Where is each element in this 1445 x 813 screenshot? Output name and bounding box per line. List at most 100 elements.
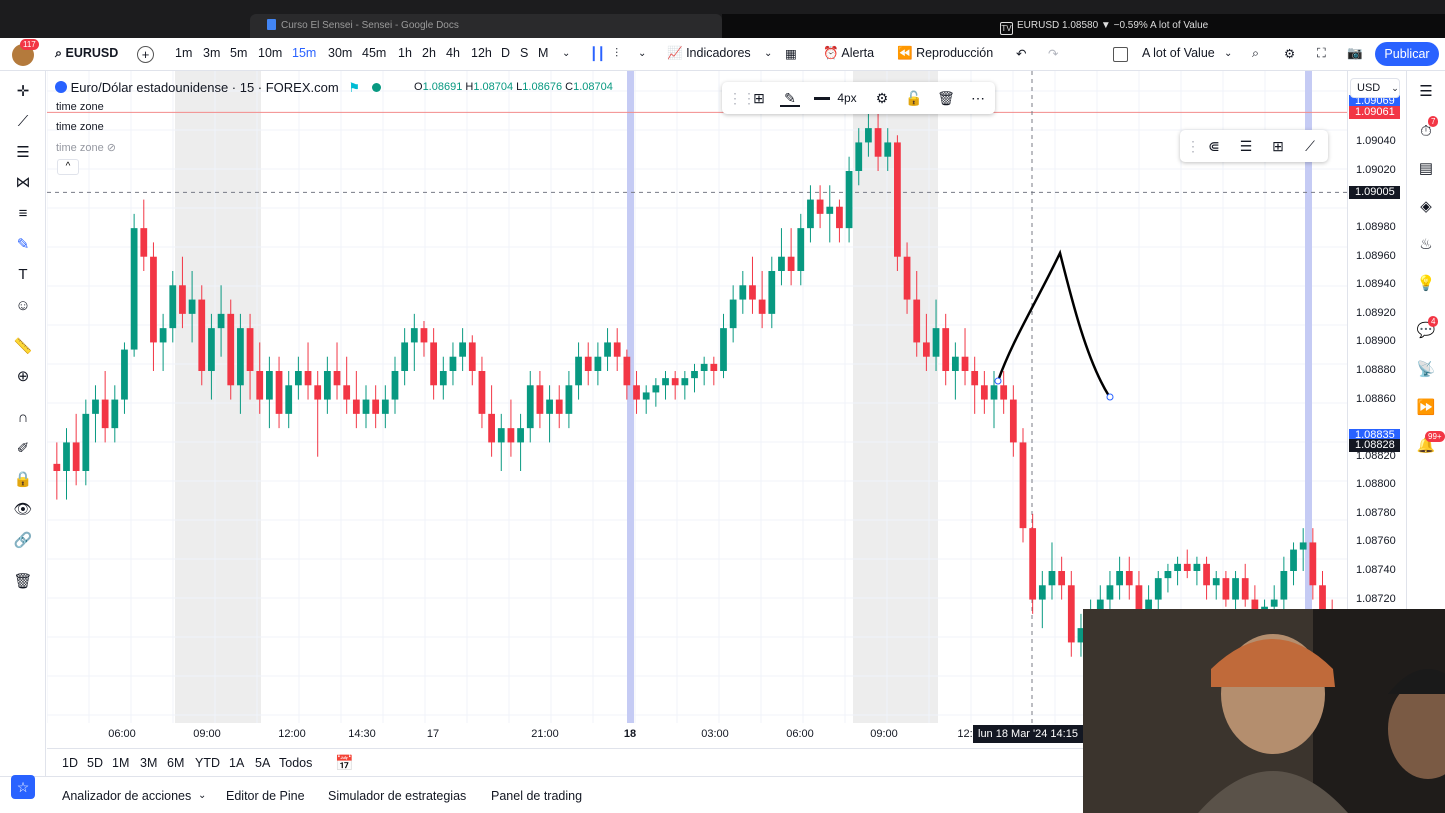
legend-title[interactable]: Euro/Dólar estadounidense · 15 · FOREX.c… bbox=[71, 80, 339, 95]
layout-name[interactable]: A lot of Value bbox=[1142, 46, 1215, 60]
indicator-time-zone-3[interactable]: time zone ⊘ bbox=[56, 141, 116, 154]
timeframe-45m[interactable]: 45m bbox=[362, 46, 386, 60]
settings-icon[interactable]: ⚙ bbox=[872, 89, 892, 107]
layout-dropdown-icon[interactable]: ⌄ bbox=[1224, 48, 1232, 59]
collapse-legend-button[interactable]: ^ bbox=[57, 159, 79, 175]
ray-line-icon[interactable]: ⟋ bbox=[1300, 137, 1320, 155]
hotlist-flame-icon[interactable]: ♨ bbox=[1415, 234, 1437, 256]
parallel-channel-icon[interactable]: ☰ bbox=[1236, 137, 1256, 155]
indicators-dropdown-icon[interactable]: ⌄ bbox=[764, 48, 772, 59]
tab-google-docs[interactable]: Curso El Sensei - Sensei - Google Docs bbox=[250, 14, 722, 38]
range-5a[interactable]: 5A bbox=[255, 756, 270, 770]
trash-icon[interactable]: 🗑 bbox=[12, 571, 34, 593]
chevron-down-icon[interactable]: ⌄ bbox=[198, 790, 206, 801]
timeframe-12h[interactable]: 12h bbox=[471, 46, 492, 60]
timeframe-D[interactable]: D bbox=[501, 46, 510, 60]
timeframe-dropdown-icon[interactable]: ⌄ bbox=[562, 48, 570, 59]
link-icon[interactable]: 🔗 bbox=[12, 530, 34, 552]
timeframe-4h[interactable]: 4h bbox=[446, 46, 460, 60]
timeframe-M[interactable]: M bbox=[538, 46, 548, 60]
horizontal-lines-icon[interactable]: ☰ bbox=[12, 142, 34, 164]
alert-button[interactable]: ⏰ Alerta bbox=[823, 46, 874, 61]
layout-icon[interactable] bbox=[1113, 47, 1128, 62]
range-5d[interactable]: 5D bbox=[87, 756, 103, 770]
line-width-label[interactable]: 4px bbox=[834, 89, 860, 107]
indicator-time-zone-2[interactable]: time zone bbox=[56, 121, 104, 133]
watchlist-icon[interactable]: ☰ bbox=[1415, 81, 1437, 103]
crosshair-box-icon[interactable]: ⊞ bbox=[1268, 137, 1288, 155]
timeframe-1h[interactable]: 1h bbox=[398, 46, 412, 60]
pattern-icon[interactable]: ⋈ bbox=[12, 172, 34, 194]
timeframe-10m[interactable]: 10m bbox=[258, 46, 282, 60]
chart-type-dropdown-icon[interactable]: ⌄ bbox=[638, 48, 646, 59]
ideas-bulb-icon[interactable]: 💡 bbox=[1415, 273, 1437, 295]
avatar[interactable]: 117 bbox=[12, 39, 39, 66]
range-1m[interactable]: 1M bbox=[112, 756, 129, 770]
brush-icon[interactable]: ✎ bbox=[12, 234, 34, 256]
ruler-icon[interactable]: 📏 bbox=[12, 336, 34, 358]
range-1a[interactable]: 1A bbox=[229, 756, 244, 770]
timeframe-3m[interactable]: 3m bbox=[203, 46, 220, 60]
candles-icon[interactable]: ┃┃ bbox=[590, 46, 605, 61]
drag-handle-icon[interactable]: ⋮⋮ bbox=[728, 89, 756, 107]
crosshair-icon[interactable]: ✛ bbox=[12, 81, 34, 103]
range-6m[interactable]: 6M bbox=[167, 756, 184, 770]
pencil-lock-icon[interactable]: ✐ bbox=[12, 438, 34, 460]
camera-icon[interactable]: 📷 bbox=[1347, 46, 1363, 61]
indicators-button[interactable]: 📈 Indicadores bbox=[667, 46, 751, 61]
bottom-tab-3[interactable]: Panel de trading bbox=[491, 789, 582, 803]
undo-icon[interactable]: ↶ bbox=[1016, 46, 1026, 61]
timeframe-30m[interactable]: 30m bbox=[328, 46, 352, 60]
zoom-in-icon[interactable]: ⊕ bbox=[12, 366, 34, 388]
publish-button[interactable]: Publicar bbox=[1375, 42, 1439, 66]
streams-icon[interactable]: 📡 bbox=[1415, 359, 1437, 381]
bottom-tab-0[interactable]: Analizador de acciones bbox=[62, 789, 191, 803]
range-3m[interactable]: 3M bbox=[140, 756, 157, 770]
range-1d[interactable]: 1D bbox=[62, 756, 78, 770]
bottom-tab-2[interactable]: Simulador de estrategias bbox=[328, 789, 466, 803]
timeframe-2h[interactable]: 2h bbox=[422, 46, 436, 60]
line-width-icon[interactable] bbox=[814, 97, 830, 100]
drag-handle-icon[interactable]: ⋮ bbox=[1183, 137, 1203, 155]
delete-icon[interactable]: 🗑 bbox=[936, 89, 956, 107]
eye-hidden-icon[interactable]: ⊘ bbox=[107, 142, 116, 154]
emoji-icon[interactable]: ☺ bbox=[12, 295, 34, 317]
bar-style-icon[interactable]: ⫶ bbox=[615, 46, 618, 61]
calendar-goto-icon[interactable]: 📅 bbox=[335, 754, 354, 772]
fib-icon[interactable]: ≡ bbox=[12, 203, 34, 225]
redo-icon[interactable]: ↷ bbox=[1048, 46, 1058, 61]
timeframe-1m[interactable]: 1m bbox=[175, 46, 192, 60]
magnet-icon[interactable]: ∩ bbox=[12, 407, 34, 429]
tab-tradingview[interactable]: TV EURUSD 1.08580 ▼ −0.59% A lot of Value bbox=[722, 14, 1445, 38]
templates-icon[interactable]: ▦ bbox=[785, 46, 797, 61]
text-icon[interactable]: T bbox=[12, 264, 34, 286]
eye-icon[interactable]: 👁 bbox=[12, 499, 34, 521]
compare-add-icon[interactable]: + bbox=[137, 46, 154, 63]
timeframe-15m[interactable]: 15m bbox=[292, 46, 316, 60]
range-ytd[interactable]: YTD bbox=[195, 756, 220, 770]
favorites-star-icon[interactable]: ☆ bbox=[11, 775, 35, 799]
fullscreen-icon[interactable]: ⛶ bbox=[1317, 46, 1326, 61]
line-color-icon[interactable]: ✎ bbox=[780, 89, 800, 107]
lock-icon[interactable]: 🔓 bbox=[904, 89, 924, 107]
lock-icon[interactable]: 🔒 bbox=[12, 469, 34, 491]
layers-icon[interactable]: ◈ bbox=[1415, 196, 1437, 218]
indicator-time-zone-1[interactable]: time zone bbox=[56, 101, 104, 113]
replay-forward-icon[interactable]: ⏩ bbox=[1415, 397, 1437, 419]
trend-line-icon[interactable]: ⟋ bbox=[12, 111, 34, 133]
currency-selector[interactable]: USD ⌄ bbox=[1350, 78, 1400, 98]
templates-grid-icon[interactable]: ⊞ bbox=[749, 89, 769, 107]
symbol-search[interactable]: ⌕ EURUSD bbox=[55, 46, 118, 61]
notifications-badge: 99+ bbox=[1425, 431, 1445, 442]
replay-button[interactable]: ⏪ Reproducción bbox=[897, 46, 993, 61]
range-todos[interactable]: Todos bbox=[279, 756, 312, 770]
settings-gear-icon[interactable]: ⚙ bbox=[1284, 46, 1295, 61]
trend-angle-icon[interactable]: ⋐ bbox=[1204, 137, 1224, 155]
quick-search-icon[interactable]: ⌕ bbox=[1252, 46, 1259, 61]
timeframe-S[interactable]: S bbox=[520, 46, 528, 60]
news-icon[interactable]: ▤ bbox=[1415, 158, 1437, 180]
timeframe-5m[interactable]: 5m bbox=[230, 46, 247, 60]
flag-icon[interactable]: ⚑ bbox=[348, 80, 360, 95]
more-icon[interactable]: ⋯ bbox=[968, 89, 988, 107]
bottom-tab-1[interactable]: Editor de Pine bbox=[226, 789, 305, 803]
